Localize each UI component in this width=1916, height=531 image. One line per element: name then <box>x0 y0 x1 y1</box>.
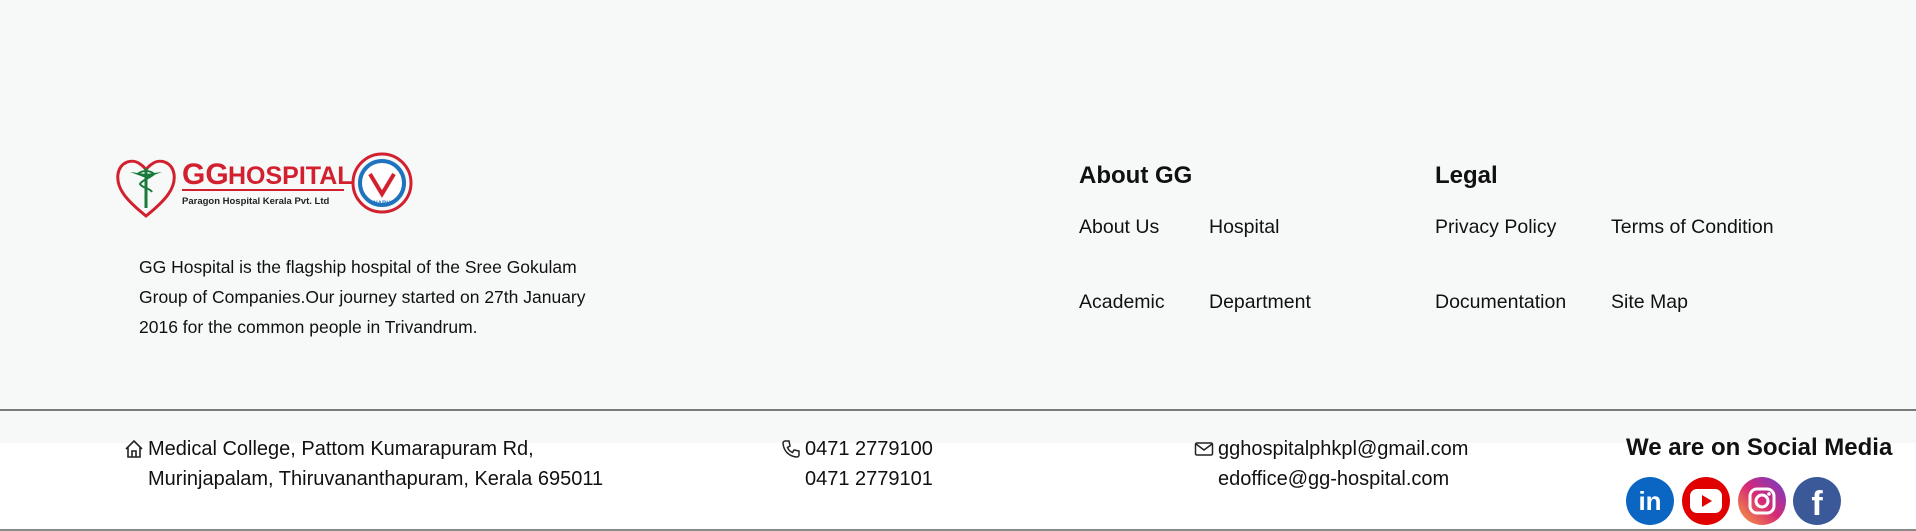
hospital-description: GG Hospital is the flagship hospital of … <box>139 257 586 337</box>
academic-link[interactable]: Academic <box>1079 291 1165 314</box>
gg-hospital-logo[interactable]: GG HOSPITAL Paragon Hospital Kerala Pvt.… <box>116 150 416 220</box>
svg-text:NABH: NABH <box>373 201 390 207</box>
department-link[interactable]: Department <box>1209 291 1311 314</box>
svg-text:Paragon Hospital Kerala Pvt. L: Paragon Hospital Kerala Pvt. Ltd <box>182 196 329 207</box>
address-line-2: Murinjapalam, Thiruvananthapuram, Kerala… <box>148 468 604 490</box>
about-gg-heading: About GG <box>1079 162 1193 189</box>
email-block: gghospitalphkpl@gmail.com edoffice@gg-ho… <box>1194 434 1468 494</box>
facebook-icon[interactable]: f <box>1793 477 1841 525</box>
terms-of-condition-link[interactable]: Terms of Condition <box>1611 216 1774 239</box>
documentation-link[interactable]: Documentation <box>1435 291 1566 314</box>
phone-icon <box>781 438 801 458</box>
social-media-heading: We are on Social Media <box>1626 434 1893 461</box>
phone-block: 0471 2779100 0471 2779101 <box>782 434 933 494</box>
mail-icon <box>1194 438 1214 458</box>
youtube-icon[interactable] <box>1682 477 1730 525</box>
site-map-link[interactable]: Site Map <box>1611 291 1688 314</box>
footer-divider <box>0 409 1916 411</box>
phone-number-1[interactable]: 0471 2779100 <box>805 434 933 464</box>
email-address-2[interactable]: edoffice@gg-hospital.com <box>1218 464 1468 494</box>
linkedin-icon[interactable]: in <box>1626 477 1674 525</box>
address-block: Medical College, Pattom Kumarapuram Rd, … <box>125 434 604 494</box>
address-line-1: Medical College, Pattom Kumarapuram Rd, <box>148 438 534 460</box>
home-icon <box>124 438 144 458</box>
privacy-policy-link[interactable]: Privacy Policy <box>1435 216 1556 239</box>
phone-number-2[interactable]: 0471 2779101 <box>805 464 933 494</box>
hospital-link[interactable]: Hospital <box>1209 216 1279 239</box>
about-us-link[interactable]: About Us <box>1079 216 1159 239</box>
svg-text:GG: GG <box>182 158 229 191</box>
svg-text:HOSPITAL: HOSPITAL <box>228 162 353 190</box>
instagram-icon[interactable] <box>1738 477 1786 525</box>
legal-heading: Legal <box>1435 162 1498 189</box>
email-address-1[interactable]: gghospitalphkpl@gmail.com <box>1218 434 1468 464</box>
